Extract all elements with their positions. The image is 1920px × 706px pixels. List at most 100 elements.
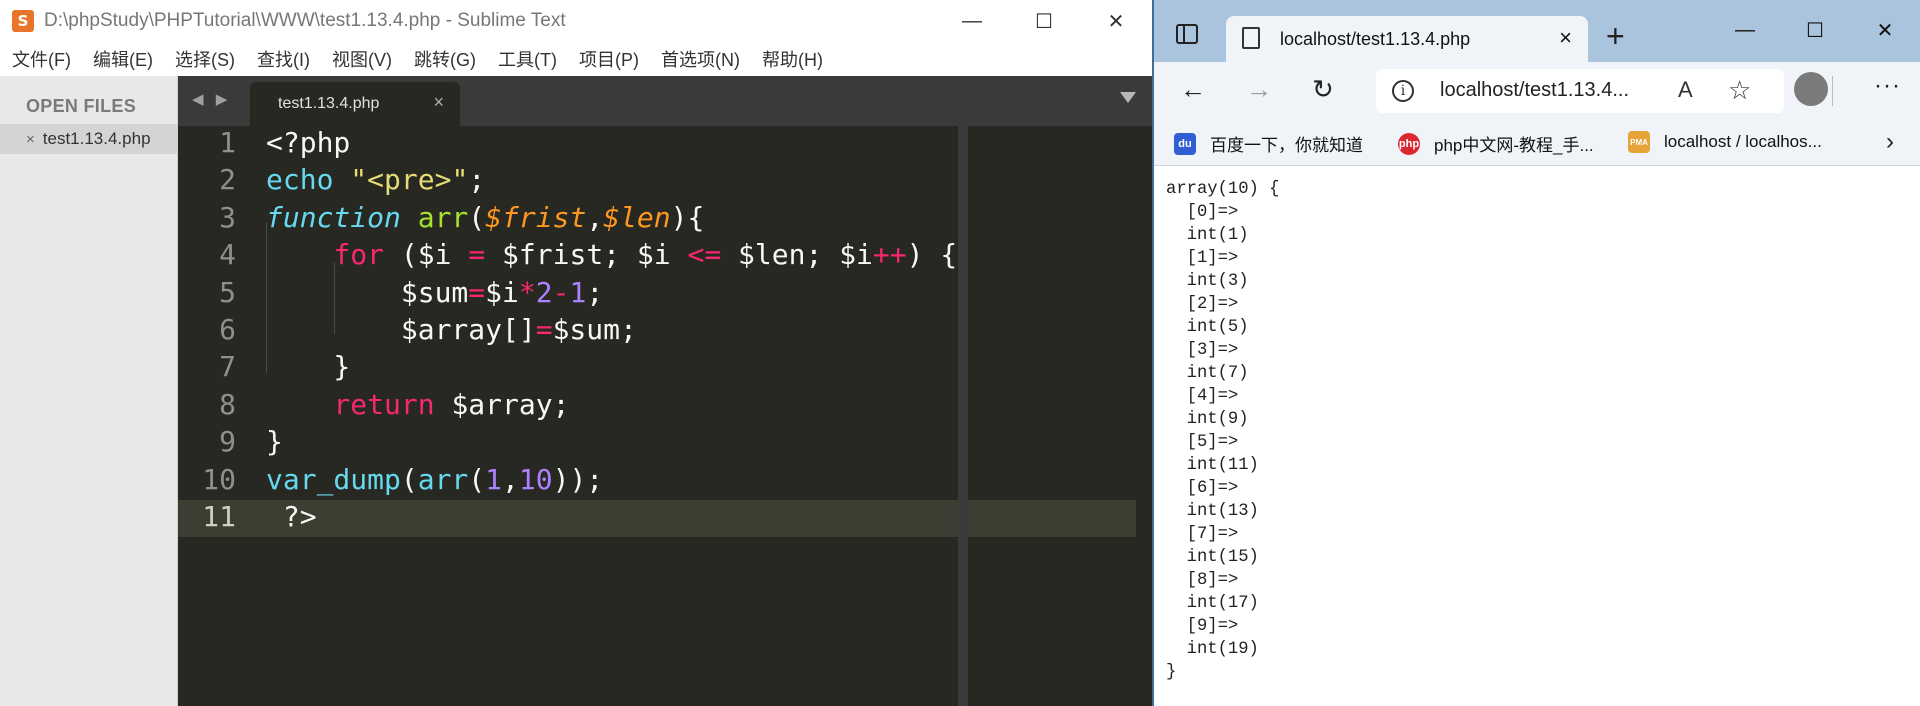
browser-tab[interactable]: localhost/test1.13.4.php × [1226,16,1588,62]
code-token: , [502,462,519,496]
editor-tab[interactable]: test1.13.4.php × [250,82,460,126]
sublime-titlebar: S D:\phpStudy\PHPTutorial\WWW\test1.13.4… [0,0,1152,42]
browser-tab-title: localhost/test1.13.4.php [1280,29,1471,49]
bookmark-label: 百度一下，你就知道 [1210,136,1363,155]
code-token: arr [417,462,469,496]
bookmarks-overflow-icon[interactable]: › [1886,128,1894,156]
menu-selection[interactable]: 选择(S) [175,46,235,72]
menu-help[interactable]: 帮助(H) [762,46,823,72]
code-token: 10 [518,462,553,496]
code-line[interactable]: 5 $sum=$i*2-1; [178,276,1136,313]
browser-window: localhost/test1.13.4.php × + — ☐ ✕ ← → ↻… [1152,0,1920,706]
line-number: 4 [219,238,236,272]
code-text: } [266,350,350,383]
menu-goto[interactable]: 跳转(G) [414,46,476,72]
code-token: 2 [535,275,553,309]
code-token: "<pre>" [350,163,469,197]
menu-tools[interactable]: 工具(T) [498,46,557,72]
site-info-icon[interactable]: i [1392,80,1414,102]
code-token: , [586,200,604,234]
code-token: ($i [384,238,469,272]
code-token: $frist [485,200,587,234]
close-button[interactable]: ✕ [1850,0,1920,60]
bookmark-baidu[interactable]: du 百度一下，你就知道 [1174,131,1363,156]
bookmark-php-cn[interactable]: php php中文网-教程_手... [1398,131,1594,156]
menu-edit[interactable]: 编辑(E) [93,46,153,72]
line-number: 9 [219,425,236,459]
maximize-button[interactable]: ☐ [1008,0,1080,42]
sidebar-open-file[interactable]: × test1.13.4.php [0,124,178,154]
toolbar-divider [1832,76,1833,106]
forward-icon[interactable]: → [1246,74,1272,105]
line-number: 1 [219,126,236,159]
code-token: var_dump [266,462,401,496]
code-text: } [266,425,283,458]
close-file-icon[interactable]: × [26,131,35,148]
bookmark-localhost[interactable]: PMA localhost / localhos... [1628,131,1822,153]
line-number: 8 [219,387,236,421]
phpmyadmin-icon: PMA [1628,131,1650,153]
var-dump-output: array(10) { [0]=> int(1) [1]=> int(3) [2… [1166,180,1280,682]
sublime-logo-icon: S [12,10,34,32]
address-bar[interactable]: i localhost/test1.13.4... A ☆ [1376,69,1784,113]
tab-actions-icon[interactable] [1176,24,1198,44]
profile-avatar-icon[interactable] [1794,72,1828,106]
code-text: function arr($frist,$len){ [266,201,704,234]
new-tab-button[interactable]: + [1606,18,1625,55]
code-token: = [468,275,486,309]
back-icon[interactable]: ← [1180,74,1206,105]
sidebar: OPEN FILES × test1.13.4.php [0,76,178,706]
read-aloud-icon[interactable]: A [1678,77,1693,103]
menu-project[interactable]: 项目(P) [579,46,639,72]
code-line[interactable]: 9} [178,425,1136,462]
tab-nav-arrows-icon[interactable]: ◀ ▶ [192,90,231,108]
add-favorite-icon[interactable]: ☆ [1728,75,1751,106]
code-line[interactable]: 6 $array[]=$sum; [178,313,1136,350]
line-number: 10 [202,462,236,496]
code-token: $array[] [266,313,536,346]
close-button[interactable]: ✕ [1080,0,1152,42]
code-line[interactable]: 11 ?> [178,500,1136,538]
line-number: 7 [219,350,236,384]
baidu-icon: du [1174,132,1196,155]
code-line[interactable]: 10 var_dump(arr(1,10)); [178,463,1136,500]
more-menu-icon[interactable]: ··· [1874,72,1901,100]
code-text: return $array; [266,388,569,421]
php-cn-icon: php [1398,132,1420,155]
code-text: var_dump(arr(1,10)); [266,463,603,496]
bookmark-label: localhost / localhos... [1664,132,1822,151]
code-token: for [333,238,385,272]
code-token: 1 [569,275,587,309]
menu-find[interactable]: 查找(I) [257,46,310,72]
code-line[interactable]: 7 } [178,350,1136,387]
tab-close-icon[interactable]: × [1559,25,1572,51]
code-line[interactable]: 2 echo "<pre>"; [178,163,1136,200]
code-token: echo [266,163,334,197]
address-url[interactable]: localhost/test1.13.4... [1440,79,1629,102]
code-editor[interactable]: 1 <?php 2 echo "<pre>"; 3 function arr($frist… [178,126,1152,706]
tab-close-icon[interactable]: × [433,92,444,113]
tab-dropdown-icon[interactable] [1120,92,1136,103]
bookmark-label: php中文网-教程_手... [1434,136,1594,155]
code-line[interactable]: 8 return $array; [178,388,1136,425]
minimize-button[interactable]: — [1710,0,1780,60]
code-token: $array; [434,387,570,421]
code-line[interactable]: 3 function arr($frist,$len){ [178,201,1136,238]
line-number: 5 [219,275,236,309]
minimize-button[interactable]: — [936,0,1008,42]
maximize-button[interactable]: ☐ [1780,0,1850,60]
line-number: 2 [219,163,236,197]
bookmarks-bar: du 百度一下，你就知道 php php中文网-教程_手... PMA loca… [1154,120,1920,166]
browser-toolbar: ← → ↻ i localhost/test1.13.4... A ☆ ··· [1154,62,1920,120]
code-token: } [266,425,283,459]
menu-view[interactable]: 视图(V) [332,46,392,72]
code-line[interactable]: 4 for ($i = $frist; $i <= $len; $i++) { [178,238,1136,275]
refresh-icon[interactable]: ↻ [1312,74,1334,105]
menu-file[interactable]: 文件(F) [12,46,71,72]
menu-preferences[interactable]: 首选项(N) [661,46,740,72]
code-line[interactable]: 1 <?php [178,126,1136,163]
editor-scrollbar[interactable] [958,126,968,706]
line-number: 11 [202,500,236,533]
